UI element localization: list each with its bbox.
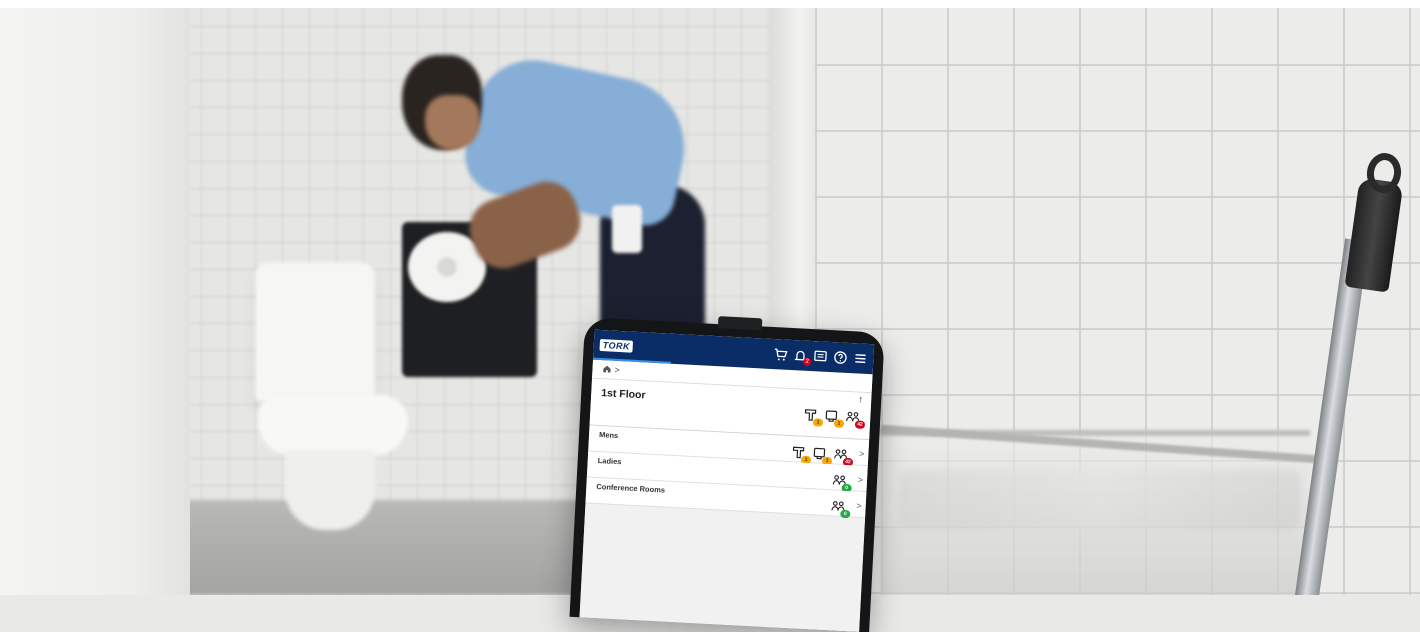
home-icon[interactable] (602, 364, 612, 375)
header-icons: 2 (773, 347, 868, 367)
toilet-tank (255, 262, 375, 402)
notification-badge: 2 (802, 357, 812, 367)
top-border (0, 0, 1420, 8)
keycard (612, 205, 642, 253)
bell-icon[interactable]: 2 (793, 348, 812, 367)
toilet-paper-dispenser-icon: 1 (824, 409, 845, 428)
status-badge: 42 (854, 420, 866, 429)
left-wall (0, 0, 190, 595)
chevron-right-icon[interactable]: > (858, 475, 864, 485)
cart-icon[interactable] (773, 347, 788, 362)
toilet-base (285, 450, 375, 530)
people-counter-icon: 42 (833, 447, 854, 467)
person-face (425, 95, 480, 150)
room-status-icons: 1 1 42 (791, 445, 854, 467)
menu-icon[interactable] (853, 351, 868, 366)
paper-towel-dispenser-icon: 1 (791, 445, 812, 465)
toilet-paper-dispenser-icon: 1 (812, 446, 833, 466)
floor-status-icons: 1 1 42 (803, 408, 866, 429)
room-status-icons: 0 (832, 473, 852, 493)
people-counter-icon: 0 (832, 473, 852, 493)
breadcrumb-separator: > (614, 364, 621, 376)
room-label: Conference Rooms (596, 481, 666, 495)
status-badge: 1 (812, 418, 824, 427)
tablet-device: TORK 2 > 1st Floor ↑ 1 1 42 Mens 1 1 42 … (569, 316, 885, 632)
collapse-arrow-icon[interactable]: ↑ (858, 395, 864, 406)
people-counter-icon: 42 (845, 410, 866, 429)
chevron-right-icon[interactable]: > (859, 449, 865, 459)
room-label: Ladies (597, 456, 622, 467)
people-counter-icon: 0 (830, 499, 851, 519)
tablet-screen: TORK 2 > 1st Floor ↑ 1 1 42 Mens 1 1 42 … (579, 329, 875, 632)
tablet-clip (717, 316, 763, 331)
tork-logo[interactable]: TORK (599, 338, 634, 353)
status-badge: 1 (833, 419, 845, 428)
message-icon[interactable] (813, 349, 828, 364)
chevron-right-icon[interactable]: > (856, 501, 862, 511)
room-label: Mens (598, 430, 619, 441)
help-icon[interactable] (833, 350, 848, 365)
paper-towel-dispenser-icon: 1 (803, 408, 824, 427)
empty-area (579, 503, 866, 632)
floor-title: 1st Floor (600, 387, 646, 402)
room-status-icons: 0 (830, 499, 851, 519)
toilet-bowl (258, 395, 408, 455)
status-badge: 0 (840, 509, 851, 519)
